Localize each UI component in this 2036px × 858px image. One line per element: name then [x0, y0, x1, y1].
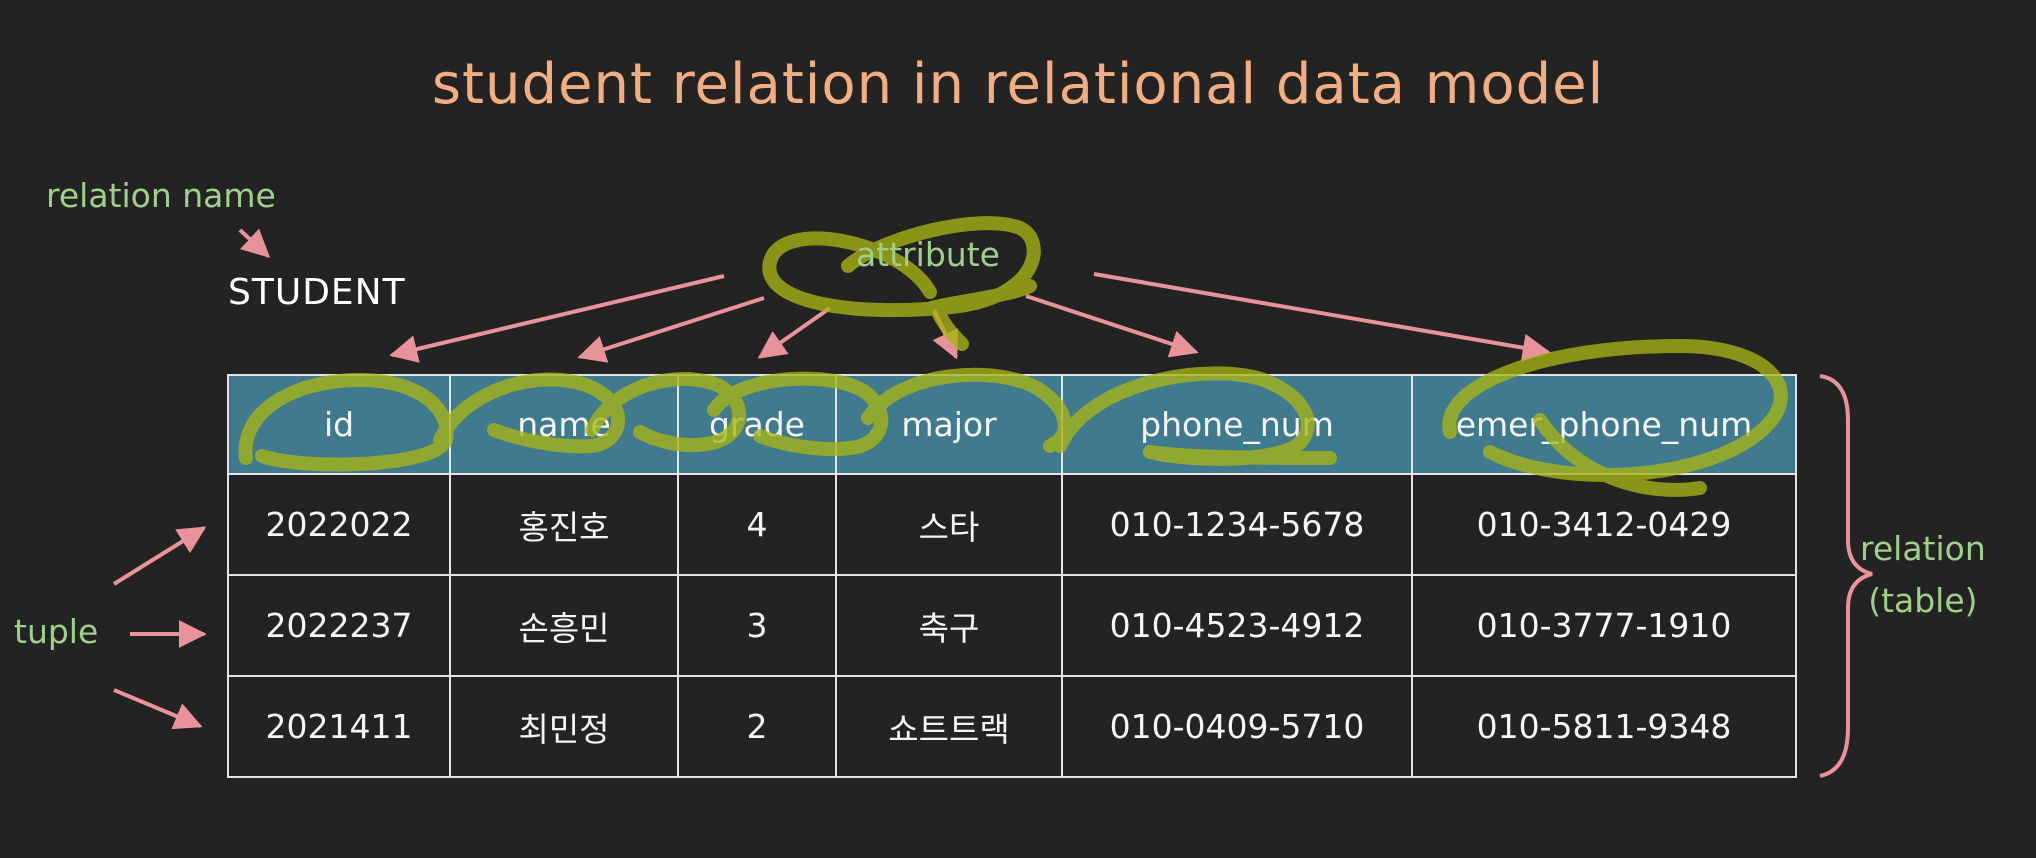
- table-cell: 2022237: [227, 574, 451, 677]
- tuple-row: 2021411 최민정 2 쇼트트랙 010-0409-5710 010-581…: [227, 675, 1797, 778]
- attribute-cell: emer_phone_num: [1411, 374, 1797, 475]
- table-cell: 손흥민: [449, 574, 679, 677]
- table-cell: 010-0409-5710: [1061, 675, 1413, 778]
- relation-name-label: relation name: [46, 176, 276, 215]
- table-cell: 홍진호: [449, 473, 679, 576]
- table-cell: 2: [677, 675, 837, 778]
- slide-title: student relation in relational data mode…: [431, 52, 1605, 117]
- table-cell: 3: [677, 574, 837, 677]
- tuple-arrows: [112, 526, 207, 730]
- tuple-label: tuple: [14, 612, 99, 651]
- attribute-cell: name: [449, 374, 679, 475]
- table-cell: 축구: [835, 574, 1063, 677]
- table-cell: 010-5811-9348: [1411, 675, 1797, 778]
- relation-name-arrow: [238, 228, 271, 258]
- table-cell: 010-4523-4912: [1061, 574, 1413, 677]
- relation-table-label: relation (table): [1860, 523, 1986, 627]
- slide: student relation in relational data mode…: [0, 0, 2036, 858]
- attribute-label: attribute: [856, 235, 1000, 274]
- relation-name-value: STUDENT: [228, 272, 406, 313]
- attribute-cell: grade: [677, 374, 837, 475]
- attribute-arrows: [389, 272, 1551, 363]
- tuple-row: 2022022 홍진호 4 스타 010-1234-5678 010-3412-…: [227, 473, 1797, 576]
- table-cell: 2022022: [227, 473, 451, 576]
- table-cell: 2021411: [227, 675, 451, 778]
- table-cell: 010-3412-0429: [1411, 473, 1797, 576]
- student-relation-table: id name grade major phone_num emer_phone…: [227, 374, 1797, 778]
- tuple-row: 2022237 손흥민 3 축구 010-4523-4912 010-3777-…: [227, 574, 1797, 677]
- table-cell: 최민정: [449, 675, 679, 778]
- table-cell: 010-3777-1910: [1411, 574, 1797, 677]
- table-cell: 쇼트트랙: [835, 675, 1063, 778]
- attribute-cell: phone_num: [1061, 374, 1413, 475]
- table-cell: 010-1234-5678: [1061, 473, 1413, 576]
- table-cell: 스타: [835, 473, 1063, 576]
- attribute-header-row: id name grade major phone_num emer_phone…: [227, 374, 1797, 475]
- relation-label-line1: relation: [1860, 529, 1986, 568]
- table-cell: 4: [677, 473, 837, 576]
- attribute-cell: major: [835, 374, 1063, 475]
- attribute-cell: id: [227, 374, 451, 475]
- relation-label-line2: (table): [1868, 581, 1978, 620]
